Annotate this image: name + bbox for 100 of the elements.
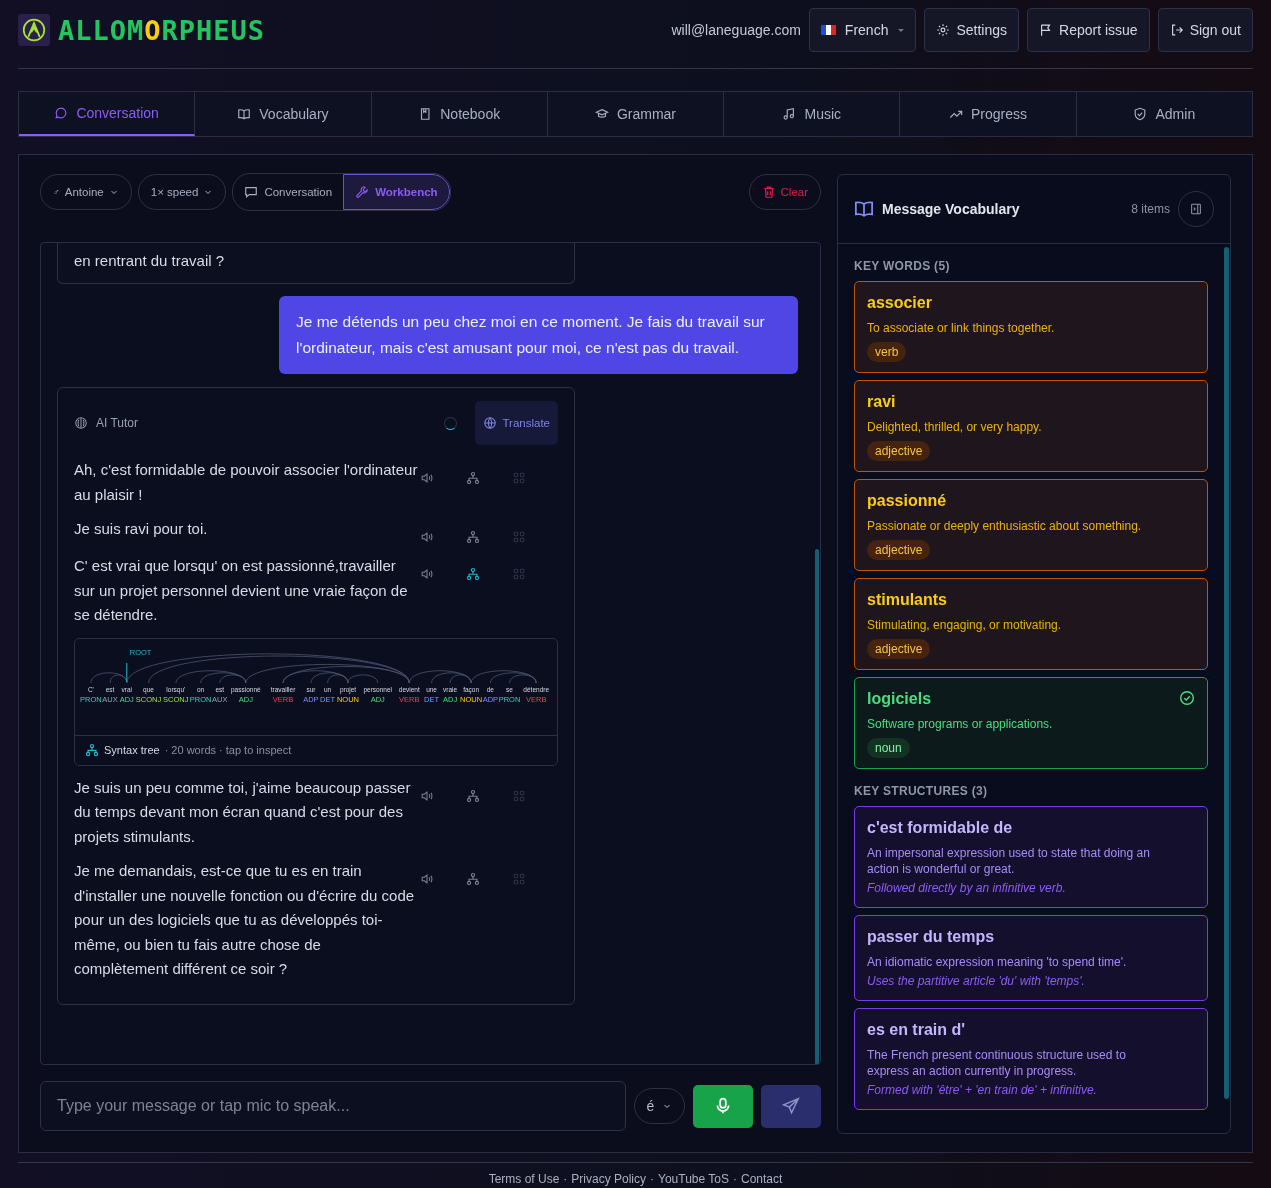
vocabulary-term: logiciels: [867, 690, 932, 708]
nav-tab[interactable]: Music: [724, 92, 901, 136]
message-input[interactable]: Type your message or tap mic to speak...: [40, 1081, 626, 1131]
user-email: will@laneguage.com: [671, 22, 801, 38]
book-icon: [237, 107, 252, 121]
mode-toggle[interactable]: Workbench: [343, 174, 450, 210]
sign-out-icon: [1169, 23, 1184, 37]
part-of-speech-tag: verb: [867, 342, 907, 362]
footer-link[interactable]: Privacy Policy: [571, 1172, 647, 1186]
footer-link[interactable]: YouTube ToS: [658, 1172, 729, 1186]
vocabulary-term: passionné: [867, 492, 947, 510]
part-of-speech-tag: adjective: [867, 441, 931, 461]
send-icon: [782, 1097, 801, 1115]
language-dropdown[interactable]: French: [808, 8, 917, 52]
tree-icon: [85, 743, 99, 757]
scrollbar[interactable]: [1224, 247, 1229, 1099]
speaker-icon[interactable]: [420, 788, 434, 803]
nav-tab[interactable]: Vocabulary: [195, 92, 372, 136]
definition-text: An impersonal expression used to state that doing an action is wonderful or great.: [867, 845, 1151, 877]
tree-icon[interactable]: [466, 471, 480, 485]
shield-check-icon: [1133, 107, 1148, 121]
translate-button[interactable]: Translate: [475, 401, 558, 445]
nav-tab[interactable]: Notebook: [371, 92, 548, 136]
vocabulary-card[interactable]: passer du temps An idiomatic expression meaning 'to spend time'. Uses the partitive article 'du' with 'temps'.: [854, 915, 1208, 1001]
mode-toggle[interactable]: Conversation: [233, 174, 344, 210]
syntax-tree-panel[interactable]: [74, 637, 558, 766]
vocabulary-card[interactable]: logiciels Software programs or applications. noun: [854, 677, 1208, 769]
tutor-message: en rentrant du travail ?: [57, 243, 575, 284]
voice-name: Antoine: [64, 186, 104, 198]
speaker-icon[interactable]: [420, 530, 434, 544]
usage-note: Uses the partitive article 'du' with 'temps'.: [867, 974, 1086, 988]
definition-text: Software programs or applications.: [867, 716, 1054, 732]
sentence-text: Je suis un peu comme toi, j'aime beaucoup passer du temps devant mon écran quand c'est pour des projets stimulants.: [74, 777, 412, 847]
sidebar-toggle-icon: [1189, 202, 1203, 216]
part-of-speech-tag: adjective: [867, 639, 931, 659]
usage-note: Formed with 'être' + 'en train de' + infinitive.: [867, 1083, 1098, 1097]
settings-button[interactable]: Settings: [924, 8, 1020, 52]
part-of-speech-tag: adjective: [867, 540, 931, 560]
usage-note: Followed directly by an infinitive verb.: [867, 881, 1067, 895]
speaker-icon[interactable]: [420, 872, 434, 886]
flag-icon: [820, 25, 836, 35]
brain-icon: [74, 416, 88, 430]
mic-button[interactable]: [693, 1084, 754, 1128]
panel-title: Message Vocabulary: [882, 201, 1020, 217]
vocabulary-term: es en train d': [867, 1021, 966, 1039]
footer-link[interactable]: Terms of Use: [488, 1172, 560, 1186]
logo-icon: [18, 14, 50, 46]
tree-icon[interactable]: [466, 788, 480, 803]
section-heading: KEY WORDS (5): [854, 259, 951, 273]
tree-icon[interactable]: [466, 530, 480, 544]
sign-out-button[interactable]: Sign out: [1157, 8, 1253, 52]
part-of-speech-tag: noun: [867, 738, 910, 758]
sentence-text: C' est vrai que lorsqu' on est passionné,travailler sur un projet personnel devient une vraie façon de se détendre.: [74, 556, 409, 625]
vocabulary-term: ravi: [867, 393, 896, 411]
tree-icon[interactable]: [466, 567, 480, 581]
vocabulary-card[interactable]: c'est formidable de An impersonal expression used to state that doing an action is wonderful or great. Followed directly by an infinitive verb.: [854, 806, 1208, 908]
wrench-icon: [355, 185, 370, 199]
vocabulary-card[interactable]: es en train d' The French present continuous structure used to express an action currently in progress. Formed with 'être' + 'en train de' + infinitive.: [854, 1008, 1208, 1110]
vocabulary-card[interactable]: associer To associate or link things together. verb: [854, 281, 1208, 373]
definition-text: The French present continuous structure used to express an action currently in progress.: [867, 1047, 1127, 1079]
section-heading: KEY STRUCTURES (3): [854, 784, 989, 798]
scrollbar[interactable]: [815, 549, 819, 1064]
sentence-text: Je suis ravi pour toi.: [74, 519, 209, 539]
sender-name: AI Tutor: [96, 416, 139, 430]
separator-dot: ·: [733, 1172, 737, 1186]
trash-icon: [761, 185, 776, 199]
definition-text: Delighted, thrilled, or very happy.: [867, 419, 1043, 435]
definition-text: Stimulating, engaging, or motivating.: [867, 617, 1063, 633]
definition-text: Passionate or deeply enthusiastic about something.: [867, 518, 1143, 534]
music-note-icon: [782, 107, 797, 121]
tree-icon[interactable]: [466, 872, 480, 886]
nav-tab[interactable]: Conversation: [19, 92, 196, 136]
nav-tab[interactable]: Grammar: [547, 92, 725, 136]
speech-bubble-icon: [54, 106, 69, 120]
vocabulary-term: passer du temps: [867, 928, 995, 946]
syntax-tree-meta: · 20 words · tap to inspect: [164, 744, 292, 756]
globe-icon: [483, 416, 498, 430]
graduation-cap-icon: [594, 107, 609, 121]
item-count: 8 items: [1131, 202, 1170, 216]
vocabulary-term: c'est formidable de: [867, 819, 1013, 837]
send-button[interactable]: [761, 1084, 821, 1128]
speaker-icon[interactable]: [420, 567, 434, 581]
nav-tab[interactable]: Admin: [1076, 92, 1252, 136]
book-icon: [854, 199, 874, 219]
vocabulary-card[interactable]: ravi Delighted, thrilled, or very happy. adjective: [854, 380, 1208, 472]
footer-link[interactable]: Contact: [741, 1172, 783, 1186]
nav-tab[interactable]: Progress: [900, 92, 1077, 136]
vocabulary-card[interactable]: stimulants Stimulating, engaging, or motivating. adjective: [854, 578, 1208, 670]
gear-icon: [936, 23, 951, 37]
definition-text: To associate or link things together.: [867, 320, 1056, 336]
speaker-icon[interactable]: [420, 471, 434, 485]
male-symbol: ♂: [53, 187, 60, 197]
separator-dot: ·: [650, 1172, 655, 1186]
vocabulary-card[interactable]: passionné Passionate or deeply enthusiastic about something. adjective: [854, 479, 1208, 571]
vocabulary-term: associer: [867, 294, 932, 312]
speech-bubble-icon: [244, 185, 259, 199]
definition-text: An idiomatic expression meaning 'to spend time'.: [867, 954, 1128, 970]
sentence-text: Ah, c'est formidable de pouvoir associer l'ordinateur au plaisir !: [74, 460, 418, 505]
sentence-text: Je me demandais, est-ce que tu es en train d'installer une nouvelle fonction ou d'écrire du code pour un des logiciels que tu as développés toi-même, ou bien tu fais autre chose de complètement différent ce soir ?: [74, 861, 416, 979]
report-button[interactable]: Report issue: [1027, 8, 1150, 52]
